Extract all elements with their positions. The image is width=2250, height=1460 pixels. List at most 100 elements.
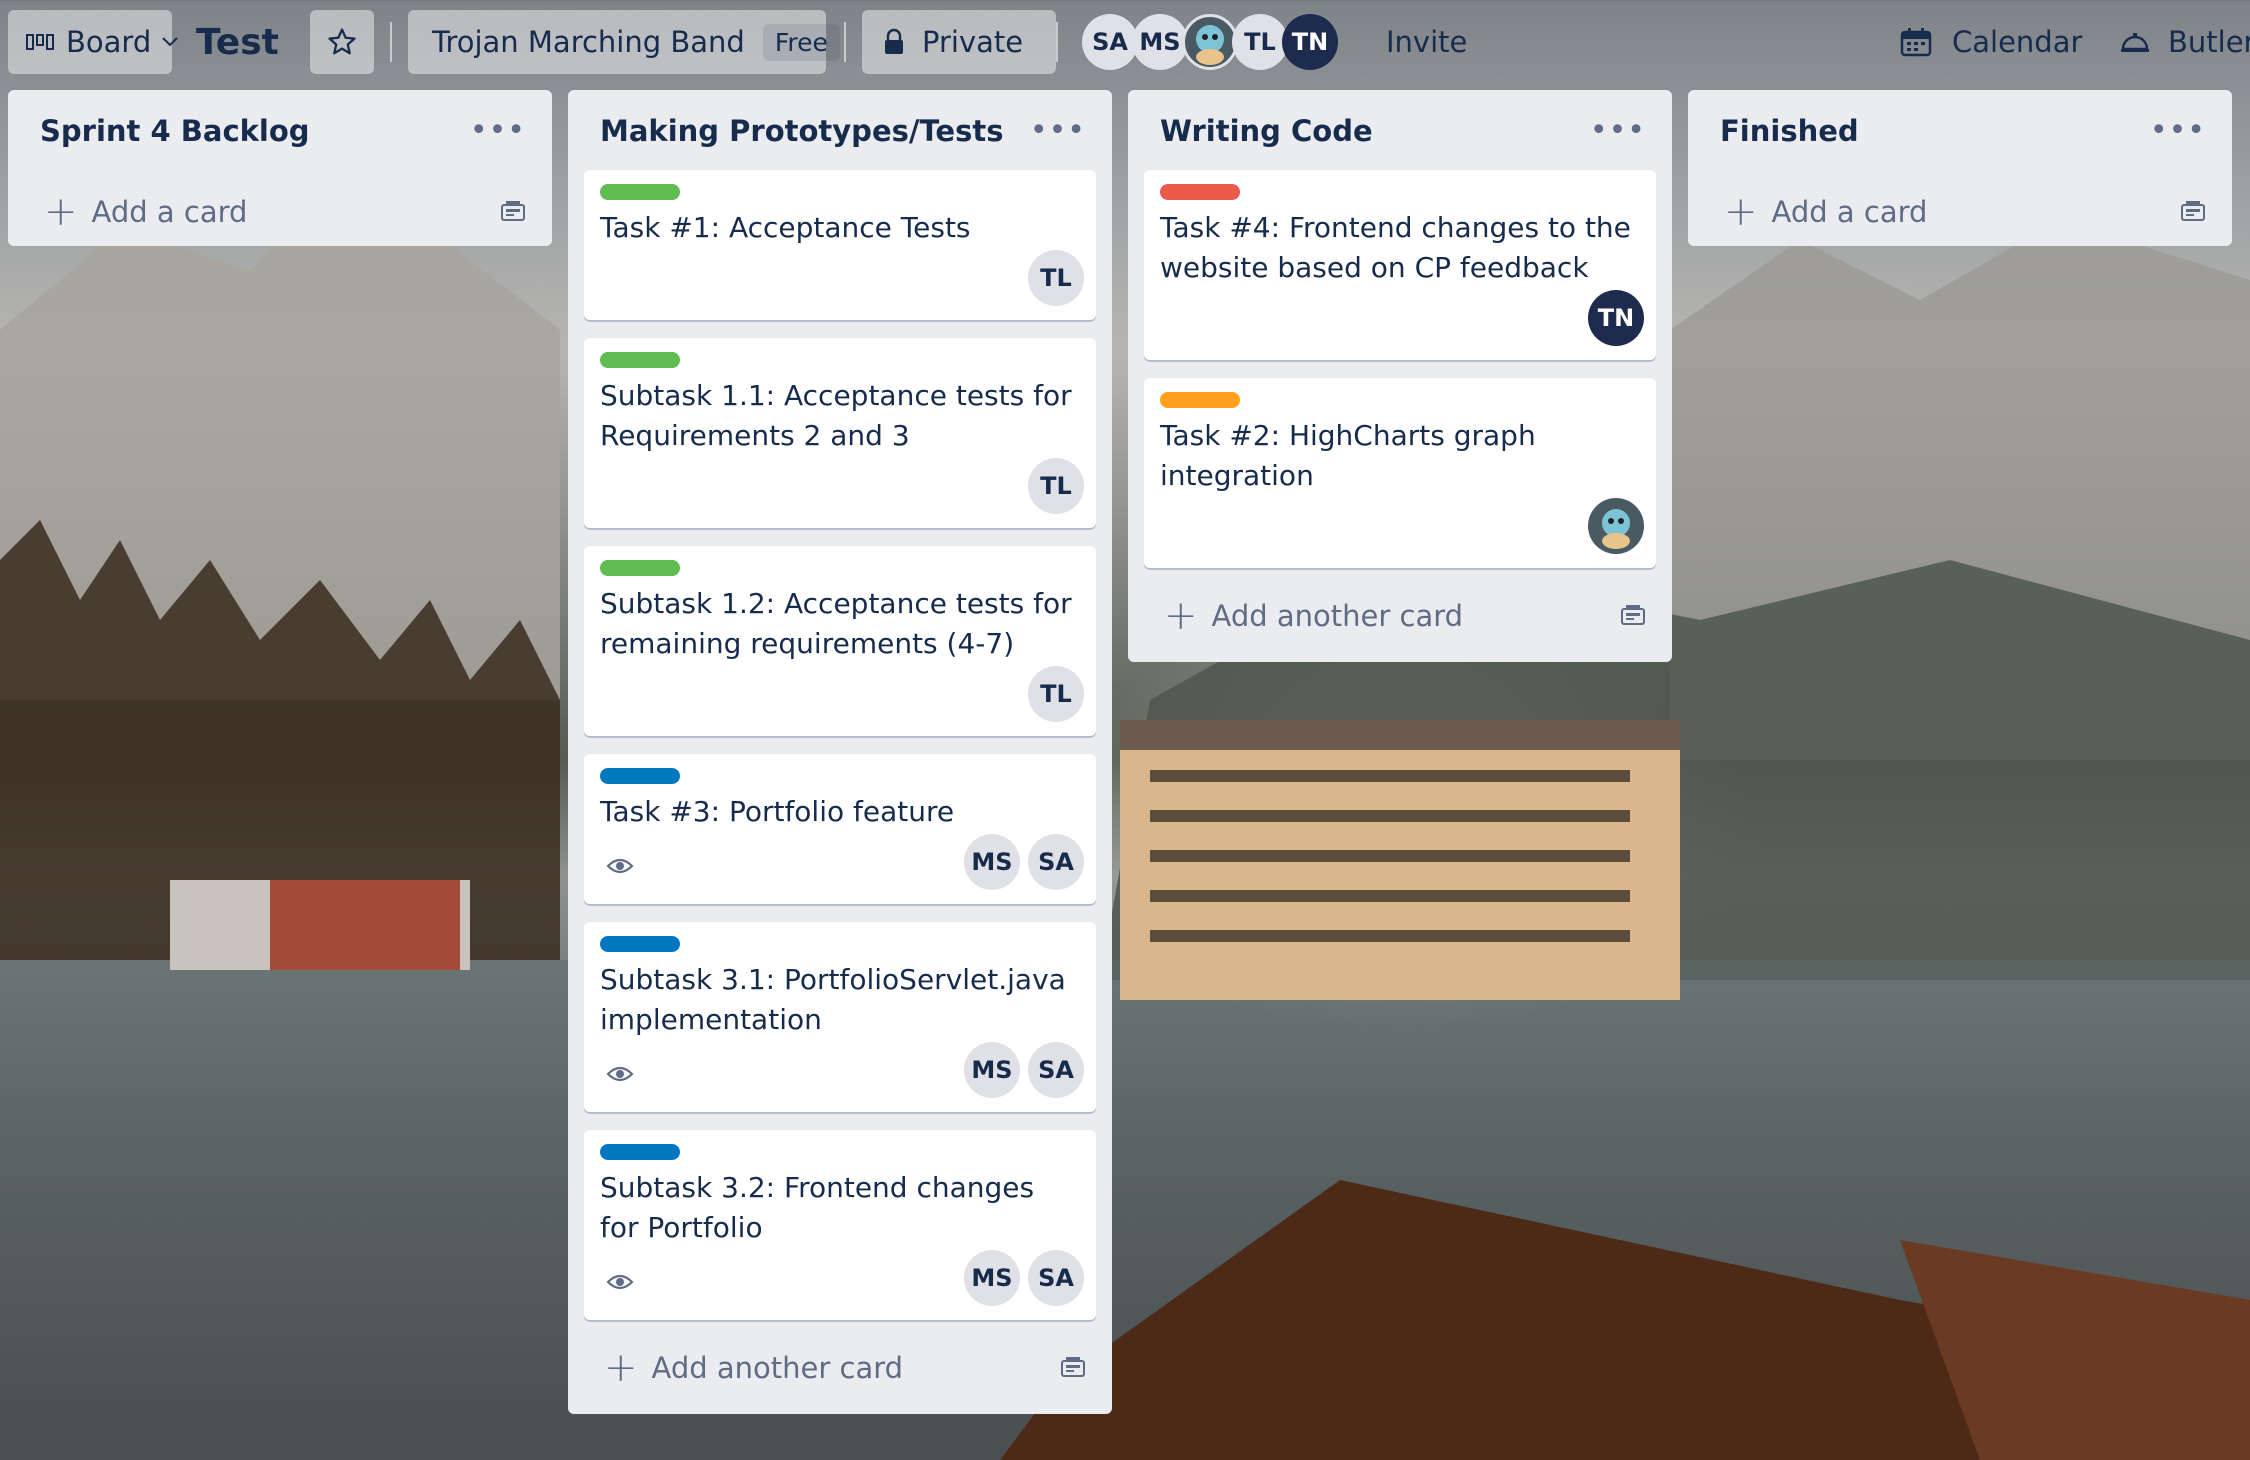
card-members: TL [1028, 666, 1084, 722]
more-options-icon[interactable]: ••• [1590, 116, 1646, 146]
butler-label: Butler [2168, 25, 2250, 59]
chevron-down-icon [161, 36, 179, 48]
list-header: Finished ••• [1688, 90, 2232, 172]
card[interactable]: Subtask 1.2: Acceptance tests for remain… [584, 546, 1096, 736]
card-label-orange[interactable] [1160, 392, 1240, 408]
list-finished: Finished ••• + Add a card [1688, 90, 2232, 246]
member-avatar[interactable]: MS [964, 1250, 1020, 1306]
butler-icon [2120, 30, 2150, 54]
add-card-row: + Add another card [568, 1328, 1112, 1408]
member-avatar[interactable]: SA [1028, 1250, 1084, 1306]
board-switcher-label: Board [66, 25, 152, 59]
eye-icon [606, 1272, 634, 1292]
card-label-red[interactable] [1160, 184, 1240, 200]
card-members: TL [1028, 250, 1084, 306]
list-title[interactable]: Sprint 4 Backlog [40, 114, 310, 148]
turtle-avatar-icon [1185, 17, 1235, 67]
list-header: Writing Code ••• [1128, 90, 1672, 172]
header-divider [390, 22, 392, 62]
calendar-icon [1900, 27, 1932, 57]
add-card-row: + Add a card [8, 172, 552, 252]
card-title: Subtask 1.2: Acceptance tests for remain… [600, 587, 1072, 660]
visibility-button[interactable]: Private [862, 10, 1056, 74]
card[interactable]: Subtask 3.1: PortfolioServlet.java imple… [584, 922, 1096, 1112]
add-card-label: Add another card [1211, 599, 1464, 633]
member-avatar[interactable]: MS [964, 834, 1020, 890]
header-divider [1056, 22, 1058, 62]
board-header: Board Test Trojan Marching Band Free Pri… [0, 0, 2250, 84]
list-title[interactable]: Finished [1720, 114, 1859, 148]
card-title: Subtask 3.2: Frontend changes for Portfo… [600, 1171, 1035, 1244]
template-card-icon[interactable] [1060, 1356, 1086, 1380]
member-avatar[interactable]: TN [1282, 14, 1338, 70]
list-writing-code: Writing Code ••• Task #4: Frontend chang… [1128, 90, 1672, 662]
member-avatar[interactable] [1588, 498, 1644, 554]
member-avatar[interactable]: TL [1028, 250, 1084, 306]
card-title: Subtask 3.1: PortfolioServlet.java imple… [600, 963, 1066, 1036]
card[interactable]: Task #3: Portfolio feature MS SA [584, 754, 1096, 904]
add-card-row: + Add another card [1128, 576, 1672, 656]
more-options-icon[interactable]: ••• [470, 116, 526, 146]
member-avatar[interactable]: TL [1028, 666, 1084, 722]
member-avatar[interactable]: SA [1028, 834, 1084, 890]
card[interactable]: Task #1: Acceptance Tests TL [584, 170, 1096, 320]
card-members [1588, 498, 1644, 554]
card-label-green[interactable] [600, 560, 680, 576]
add-card-button[interactable]: + Add a card [44, 192, 247, 232]
card-label-green[interactable] [600, 352, 680, 368]
member-avatar[interactable]: TN [1588, 290, 1644, 346]
add-card-button[interactable]: + Add another card [1164, 596, 1463, 636]
calendar-label: Calendar [1952, 25, 2083, 59]
member-avatar[interactable]: MS [964, 1042, 1020, 1098]
turtle-avatar-icon [1591, 501, 1641, 551]
card[interactable]: Task #2: HighCharts graph integration [1144, 378, 1656, 568]
list-header: Making Prototypes/Tests ••• [568, 90, 1112, 172]
list-title[interactable]: Making Prototypes/Tests [600, 114, 1003, 148]
calendar-button[interactable]: Calendar [1900, 10, 2082, 74]
card-title: Subtask 1.1: Acceptance tests for Requir… [600, 379, 1072, 452]
add-card-label: Add a card [91, 195, 248, 229]
add-card-button[interactable]: + Add another card [604, 1348, 903, 1388]
list-title[interactable]: Writing Code [1160, 114, 1373, 148]
list-sprint-4-backlog: Sprint 4 Backlog ••• + Add a card [8, 90, 552, 246]
eye-icon [606, 856, 634, 876]
more-options-icon[interactable]: ••• [2150, 116, 2206, 146]
template-card-icon[interactable] [500, 200, 526, 224]
card[interactable]: Task #4: Frontend changes to the website… [1144, 170, 1656, 360]
more-options-icon[interactable]: ••• [1030, 116, 1086, 146]
member-avatar[interactable]: MS [1132, 14, 1188, 70]
team-button[interactable]: Trojan Marching Band Free [408, 10, 840, 74]
board-title[interactable]: Test [196, 10, 279, 74]
card-label-blue[interactable] [600, 768, 680, 784]
card[interactable]: Subtask 1.1: Acceptance tests for Requir… [584, 338, 1096, 528]
member-avatar[interactable] [1182, 14, 1238, 70]
plus-icon: + [1724, 189, 1758, 235]
add-card-row: + Add a card [1688, 172, 2232, 252]
card-label-blue[interactable] [600, 936, 680, 952]
add-card-button[interactable]: + Add a card [1724, 192, 1927, 232]
member-avatar[interactable]: TL [1232, 14, 1288, 70]
invite-button[interactable]: Invite [1372, 10, 1481, 74]
plan-badge: Free [762, 23, 840, 61]
card-title: Task #2: HighCharts graph integration [1160, 419, 1536, 492]
star-icon [327, 27, 357, 57]
board-switcher-button[interactable]: Board [8, 10, 178, 74]
member-avatar[interactable]: TL [1028, 458, 1084, 514]
member-avatar[interactable]: SA [1082, 14, 1138, 70]
header-divider [844, 22, 846, 62]
team-name: Trojan Marching Band [432, 25, 745, 59]
card-members: MS SA [964, 1250, 1084, 1306]
card[interactable]: Subtask 3.2: Frontend changes for Portfo… [584, 1130, 1096, 1320]
star-button[interactable] [310, 10, 374, 74]
plus-icon: + [604, 1345, 638, 1391]
card-label-blue[interactable] [600, 1144, 680, 1160]
plus-icon: + [44, 189, 78, 235]
member-avatar[interactable]: SA [1028, 1042, 1084, 1098]
template-card-icon[interactable] [2180, 200, 2206, 224]
plus-icon: + [1164, 593, 1198, 639]
template-card-icon[interactable] [1620, 604, 1646, 628]
butler-button[interactable]: Butler [2120, 10, 2250, 74]
card-members: TN [1588, 290, 1644, 346]
card-label-green[interactable] [600, 184, 680, 200]
card-title: Task #4: Frontend changes to the website… [1160, 211, 1631, 284]
